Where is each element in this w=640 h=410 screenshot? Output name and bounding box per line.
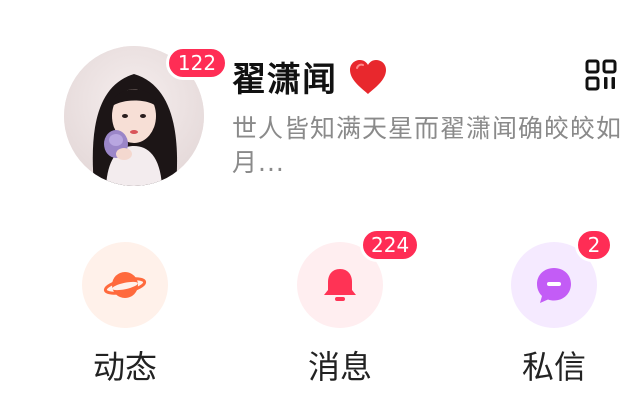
user-name: 翟潇闻 <box>232 60 337 100</box>
profile-page: 122 翟潇闻 世人皆知满天星而翟潇闻确皎皎如月... 动态 224 消息 2 … <box>0 0 640 410</box>
planet-icon <box>103 272 147 298</box>
action-label-dongtai: 动态 <box>92 348 157 386</box>
profile-bio: 世人皆知满天星而翟潇闻确皎皎如月... <box>232 114 623 177</box>
action-label-xiaoxi: 消息 <box>307 348 372 386</box>
qr-code-icon[interactable] <box>584 58 618 92</box>
action-dongtai[interactable]: 动态 <box>70 242 180 392</box>
chat-bubble-icon <box>537 268 571 303</box>
heart-icon <box>350 59 386 94</box>
name-row: 翟潇闻 <box>232 52 389 101</box>
sixin-count-badge: 2 <box>575 228 613 262</box>
action-xiaoxi[interactable]: 224 消息 <box>285 228 421 392</box>
bell-icon <box>324 269 356 301</box>
dongtai-icon-circle[interactable] <box>82 242 168 328</box>
avatar-container[interactable]: 122 <box>64 46 228 186</box>
avatar-count-badge: 122 <box>166 46 228 80</box>
action-label-sixin: 私信 <box>521 348 586 386</box>
xiaoxi-count-badge: 224 <box>360 228 421 262</box>
action-sixin[interactable]: 2 私信 <box>499 228 613 392</box>
